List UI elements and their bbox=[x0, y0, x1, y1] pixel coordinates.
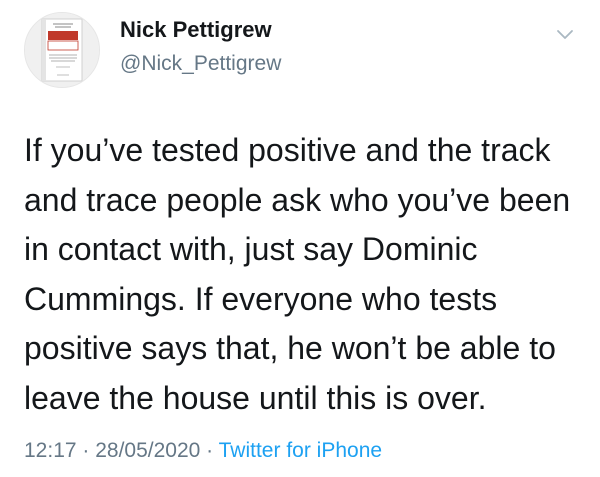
tweet-time[interactable]: 12:17 bbox=[24, 439, 77, 462]
display-name[interactable]: Nick Pettigrew bbox=[120, 17, 272, 43]
tweet-text: If you’ve tested positive and the track … bbox=[24, 132, 571, 416]
tweet-date[interactable]: 28/05/2020 bbox=[95, 439, 200, 462]
tweet-source[interactable]: Twitter for iPhone bbox=[219, 439, 382, 462]
tweet-meta: 12:17 · 28/05/2020 · Twitter for iPhone bbox=[24, 439, 382, 463]
meta-separator: · bbox=[76, 439, 96, 462]
book-cover-avatar-icon bbox=[25, 13, 99, 87]
chevron-down-icon[interactable] bbox=[554, 24, 576, 46]
avatar[interactable] bbox=[24, 12, 100, 88]
meta-separator: · bbox=[200, 439, 219, 462]
user-handle[interactable]: @Nick_Pettigrew bbox=[120, 52, 281, 76]
tweet-card: Nick Pettigrew @Nick_Pettigrew If you’ve… bbox=[0, 0, 600, 477]
